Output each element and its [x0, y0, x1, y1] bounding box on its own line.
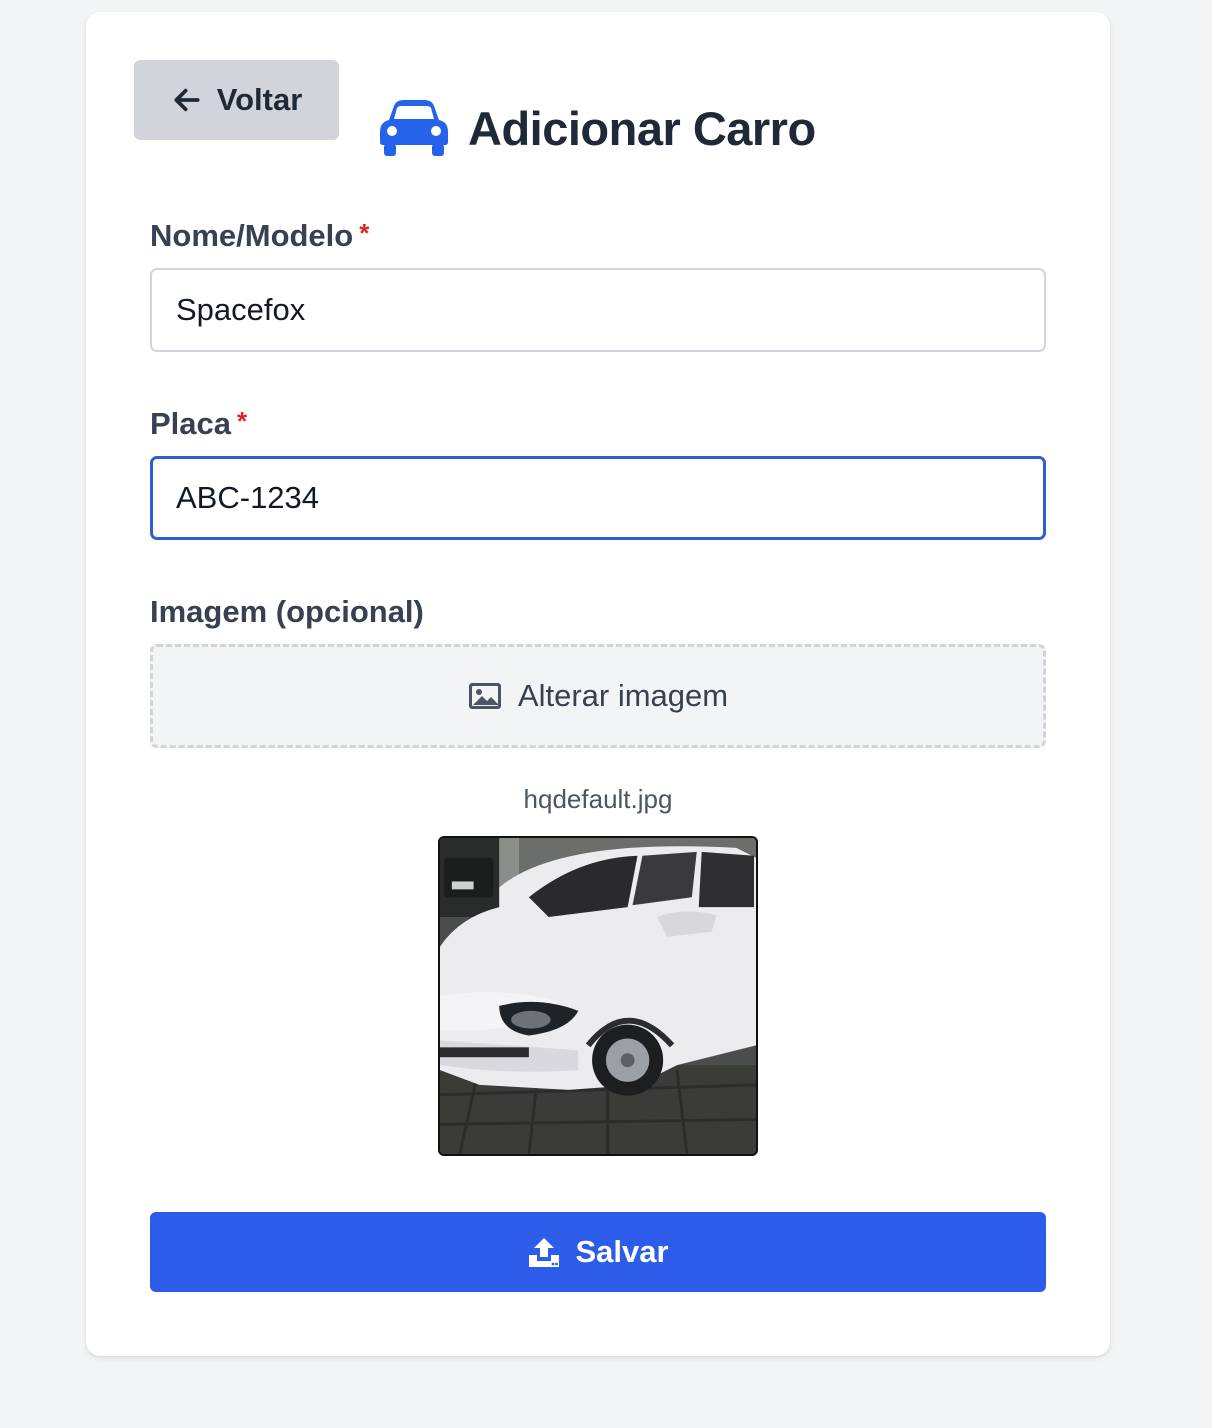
- name-input[interactable]: [150, 268, 1046, 352]
- car-icon: [380, 100, 448, 156]
- upload-icon: [529, 1238, 560, 1267]
- required-mark: *: [359, 218, 370, 248]
- plate-label-text: Placa: [150, 406, 232, 441]
- image-label: Imagem (opcional): [150, 594, 424, 630]
- page-title: Adicionar Carro: [468, 101, 816, 155]
- image-label-text: Imagem (opcional): [150, 594, 424, 629]
- save-button-label: Salvar: [575, 1234, 669, 1269]
- name-label: Nome/Modelo *: [150, 218, 369, 254]
- back-button-label: Voltar: [216, 82, 303, 117]
- required-mark: *: [237, 406, 248, 436]
- name-label-text: Nome/Modelo: [150, 218, 354, 253]
- page-header: Adicionar Carro: [378, 98, 816, 158]
- image-icon: [468, 683, 501, 709]
- change-image-label: Alterar imagem: [517, 678, 729, 713]
- change-image-button[interactable]: Alterar imagem: [150, 644, 1046, 748]
- file-name: hqdefault.jpg: [523, 784, 673, 814]
- plate-label: Placa *: [150, 406, 247, 442]
- arrow-left-icon: [174, 88, 200, 112]
- save-button[interactable]: Salvar: [150, 1212, 1046, 1292]
- form-card: Voltar Adicionar Carro Nome/Modelo* Plac…: [86, 12, 1110, 1356]
- car-preview-image: [438, 836, 758, 1156]
- back-button[interactable]: Voltar: [134, 60, 339, 140]
- plate-input[interactable]: [150, 456, 1046, 540]
